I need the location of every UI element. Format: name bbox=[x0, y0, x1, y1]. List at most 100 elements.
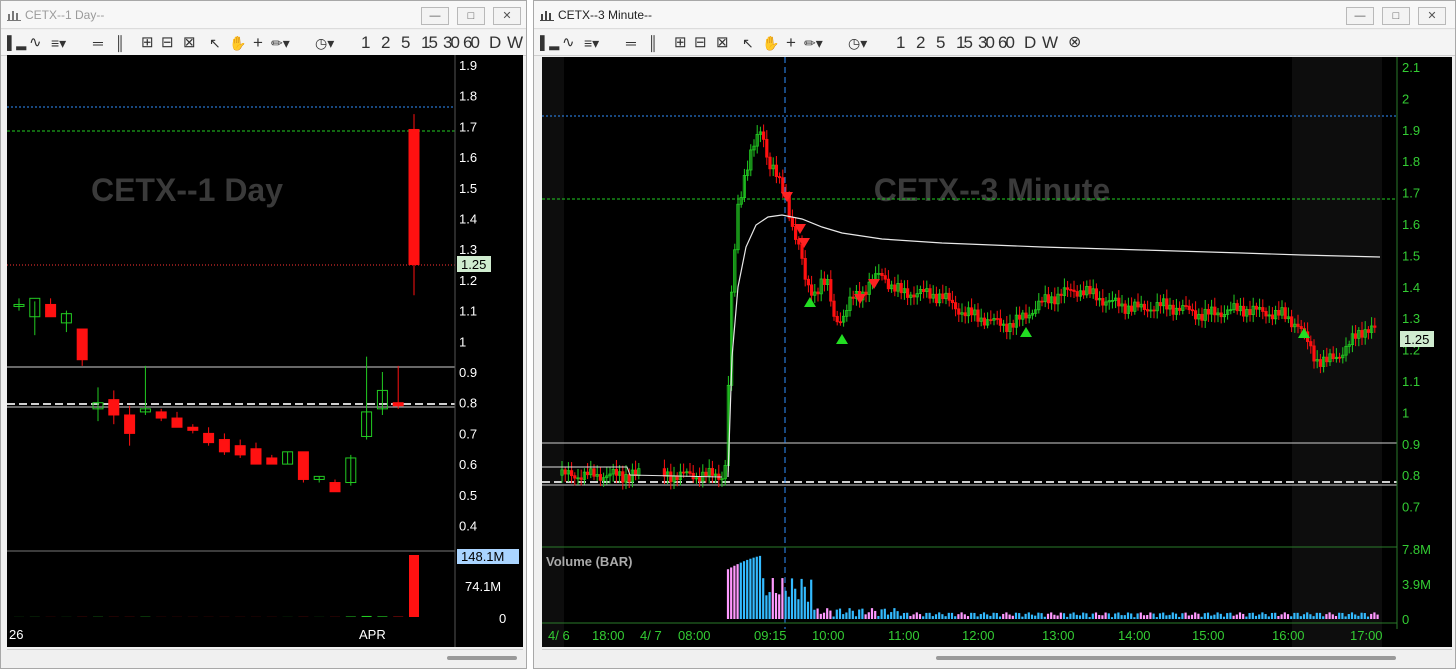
vertical-lines-icon[interactable]: ║ bbox=[648, 33, 658, 53]
close-button[interactable]: ✕ bbox=[1418, 7, 1446, 25]
candle-body bbox=[851, 296, 855, 299]
minimize-button[interactable]: — bbox=[421, 7, 449, 25]
volume-bar bbox=[1306, 612, 1309, 619]
line-chart-icon[interactable]: ∿ bbox=[29, 33, 42, 53]
tf-button-w[interactable]: W bbox=[507, 33, 523, 53]
volume-bar bbox=[771, 578, 774, 619]
candle-body bbox=[921, 288, 926, 292]
date-label: 26 bbox=[9, 627, 23, 642]
tf-button-15[interactable]: 15 bbox=[956, 33, 973, 53]
candle-body bbox=[1069, 289, 1073, 291]
daily-chart-svg: CETX--1 Day 1.91.81.71.61.51.41.31.21.11… bbox=[7, 55, 519, 647]
tf-button-1[interactable]: 1 bbox=[361, 33, 370, 53]
candle-body bbox=[392, 402, 404, 407]
volume-bar bbox=[1178, 616, 1181, 619]
pencil-icon[interactable]: ✏▾ bbox=[271, 33, 290, 53]
clock-icon[interactable]: ◷▾ bbox=[848, 33, 867, 53]
volume-bar bbox=[1245, 616, 1248, 619]
line-chart-icon[interactable]: ∿ bbox=[562, 33, 575, 53]
tf-button-5[interactable]: 5 bbox=[936, 33, 945, 53]
close-circle-icon[interactable]: ⊗ bbox=[1068, 33, 1081, 53]
candle-body bbox=[928, 288, 932, 299]
horizontal-scrollbar[interactable] bbox=[542, 649, 1452, 665]
volume-bar bbox=[1075, 614, 1078, 619]
volume-bar bbox=[1315, 612, 1318, 619]
volume-bar bbox=[1158, 613, 1162, 619]
horizontal-lines-icon[interactable]: ═ bbox=[93, 33, 103, 53]
volume-bar bbox=[1174, 613, 1178, 619]
tf-button-1[interactable]: 1 bbox=[896, 33, 905, 53]
vertical-lines-icon[interactable]: ║ bbox=[115, 33, 125, 53]
volume-bar bbox=[1261, 612, 1264, 619]
candle-body bbox=[203, 432, 215, 444]
volume-bar bbox=[1120, 615, 1123, 619]
candle-body bbox=[761, 131, 766, 140]
close-button[interactable]: ✕ bbox=[493, 7, 521, 25]
candle-body bbox=[1184, 305, 1188, 307]
volume-bar bbox=[790, 578, 794, 619]
bar-chart-icon[interactable]: ▌▂ bbox=[7, 33, 26, 53]
price-tick-label: 1.3 bbox=[459, 242, 477, 257]
maximize-button[interactable]: □ bbox=[1382, 7, 1410, 25]
study-menu-icon[interactable]: ≡▾ bbox=[51, 33, 66, 53]
pointer-icon[interactable]: ↖ bbox=[742, 33, 754, 53]
tf-button-30[interactable]: 30 bbox=[978, 33, 995, 53]
bar-chart-icon[interactable]: ▌▂ bbox=[540, 33, 559, 53]
volume-bar bbox=[1290, 616, 1293, 619]
price-tick-label: 0.8 bbox=[459, 396, 477, 411]
volume-bar bbox=[1363, 613, 1366, 619]
volume-bar bbox=[762, 578, 765, 619]
tf-button-d[interactable]: D bbox=[489, 33, 501, 53]
hand-icon[interactable]: ✋ bbox=[762, 33, 779, 53]
crosshair-icon[interactable]: + bbox=[253, 33, 263, 53]
volume-bar bbox=[899, 615, 902, 619]
volume-bar bbox=[1366, 616, 1370, 619]
volume-bar bbox=[957, 614, 960, 619]
zoom-out-icon[interactable]: ⊟ bbox=[161, 33, 174, 53]
study-menu-icon[interactable]: ≡▾ bbox=[584, 33, 599, 53]
daily-price-chart[interactable]: CETX--1 Day 1.9 1.8 1.7 1.6 1.5 1.4 1.3 1.2 1.1 1… bbox=[7, 55, 523, 647]
candle-body bbox=[1024, 312, 1028, 319]
zoom-fit-icon[interactable]: ⊠ bbox=[183, 33, 196, 53]
candle-body bbox=[1264, 311, 1268, 317]
volume-bar bbox=[1024, 613, 1027, 619]
volume-bar bbox=[934, 614, 938, 619]
intraday-price-chart[interactable]: CETX--3 Minute 2.1 2 1.9 1.8 1.7 1.6 1.5 1.4 1.3… bbox=[542, 57, 1452, 647]
tf-button-d[interactable]: D bbox=[1024, 33, 1036, 53]
tf-button-30[interactable]: 30 bbox=[443, 33, 460, 53]
candle-body bbox=[1059, 293, 1063, 296]
candle-body bbox=[1040, 300, 1044, 303]
volume-bar bbox=[739, 562, 742, 619]
tf-button-60[interactable]: 60 bbox=[463, 33, 480, 53]
tf-button-2[interactable]: 2 bbox=[916, 33, 925, 53]
volume-bar bbox=[1062, 613, 1066, 619]
pencil-icon[interactable]: ✏▾ bbox=[804, 33, 823, 53]
candle-body bbox=[1005, 323, 1009, 332]
horizontal-scrollbar[interactable] bbox=[7, 649, 523, 665]
volume-bar bbox=[1021, 616, 1024, 619]
volume-bar bbox=[938, 612, 941, 619]
volume-bar bbox=[1110, 617, 1114, 619]
pointer-icon[interactable]: ↖ bbox=[209, 33, 221, 53]
volume-bar bbox=[1206, 612, 1210, 619]
tf-button-2[interactable]: 2 bbox=[381, 33, 390, 53]
zoom-in-icon[interactable]: ⊞ bbox=[141, 33, 154, 53]
volume-bar bbox=[1360, 612, 1363, 619]
hand-icon[interactable]: ✋ bbox=[229, 33, 246, 53]
zoom-out-icon[interactable]: ⊟ bbox=[694, 33, 707, 53]
last-price-value: 1.25 bbox=[461, 257, 486, 272]
horizontal-lines-icon[interactable]: ═ bbox=[626, 33, 636, 53]
clock-icon[interactable]: ◷▾ bbox=[315, 33, 334, 53]
maximize-button[interactable]: □ bbox=[457, 7, 485, 25]
volume-bar bbox=[409, 555, 419, 617]
crosshair-icon[interactable]: + bbox=[786, 33, 796, 53]
volume-bar bbox=[1050, 612, 1053, 619]
tf-button-60[interactable]: 60 bbox=[998, 33, 1015, 53]
tf-button-5[interactable]: 5 bbox=[401, 33, 410, 53]
zoom-in-icon[interactable]: ⊞ bbox=[674, 33, 687, 53]
tf-button-15[interactable]: 15 bbox=[421, 33, 438, 53]
tf-button-w[interactable]: W bbox=[1042, 33, 1058, 53]
minimize-button[interactable]: — bbox=[1346, 7, 1374, 25]
zoom-fit-icon[interactable]: ⊠ bbox=[716, 33, 729, 53]
volume-bar bbox=[918, 614, 922, 619]
